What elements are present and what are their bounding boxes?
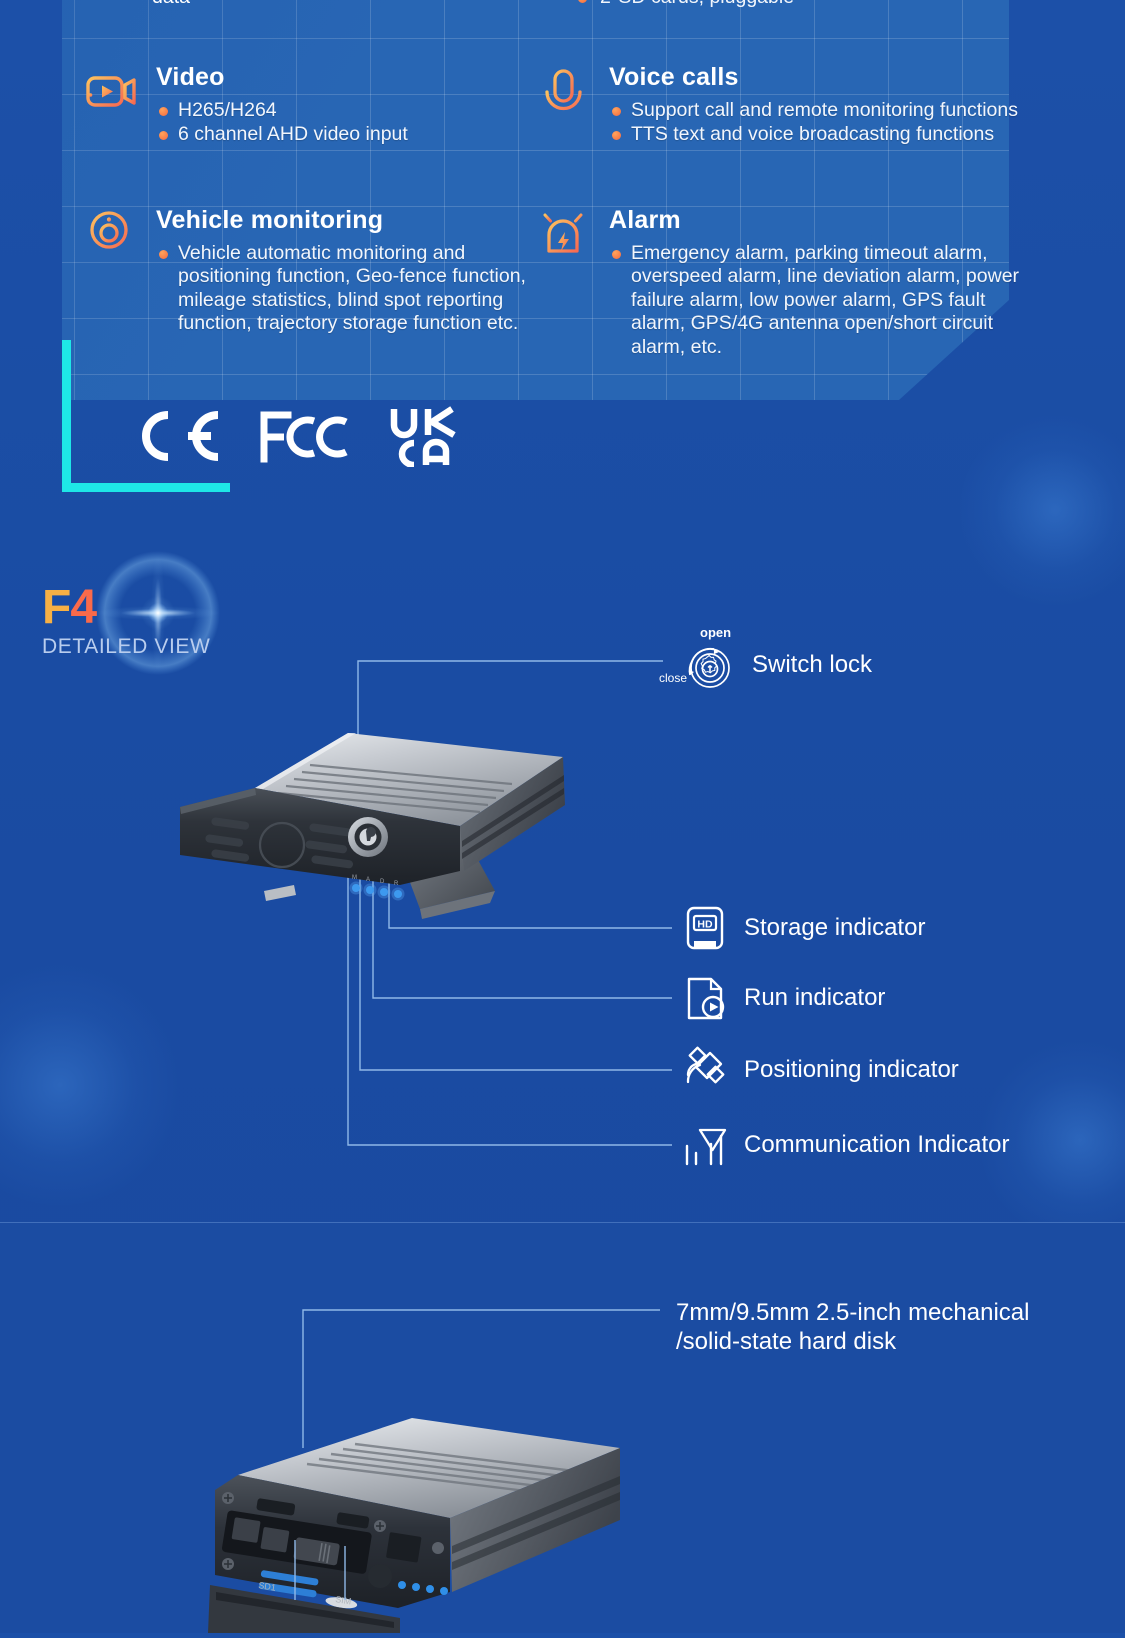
positioning-indicator-label: Positioning indicator — [744, 1056, 959, 1083]
switch-lock-close-label: close — [659, 671, 688, 685]
feature-alarm-title: Alarm — [609, 206, 681, 234]
feature-alarm-bullets: Emergency alarm, parking timeout alarm, … — [609, 242, 1033, 360]
bullet: H265/H264 — [156, 99, 408, 123]
bullet: 6 channel AHD video input — [156, 123, 408, 147]
switch-lock-label: Switch lock — [752, 651, 873, 678]
svg-text:M: M — [352, 875, 357, 881]
rear-callout-stubs — [294, 1540, 346, 1600]
hdd-note: 7mm/9.5mm 2.5-inch mechanical /solid-sta… — [676, 1298, 1046, 1356]
video-camera-icon — [80, 62, 142, 124]
svg-text:D: D — [380, 879, 385, 885]
callout-storage-indicator: HD Storage indicator — [680, 903, 925, 953]
dvr-device-front-image: M A D R — [160, 695, 580, 945]
feature-video-body: Video H265/H264 6 channel AHD video inpu… — [156, 62, 408, 148]
feature-video: Video H265/H264 6 channel AHD video inpu… — [80, 62, 510, 148]
hd-storage-icon: HD — [680, 903, 730, 953]
switch-lock-icon — [672, 635, 738, 695]
specifications-section: data 2*SD cards, pluggable Video H265/H2… — [0, 0, 1125, 525]
feature-alarm-body: Alarm Emergency alarm, parking timeout a… — [609, 205, 1033, 360]
feature-voice-bullets: Support call and remote monitoring funct… — [609, 99, 1018, 147]
bullet: Emergency alarm, parking timeout alarm, … — [609, 242, 1033, 360]
svg-text:HD: HD — [697, 919, 713, 931]
svg-text:A: A — [366, 877, 370, 883]
communication-indicator-label: Communication Indicator — [744, 1131, 1010, 1158]
hdd-note-line2: /solid-state hard disk — [676, 1328, 897, 1355]
bullet: Vehicle automatic monitoring and positio… — [156, 242, 535, 336]
satellite-icon — [680, 1045, 730, 1095]
callout-communication-indicator: Communication Indicator — [680, 1120, 1009, 1170]
feature-vehicle-body: Vehicle monitoring Vehicle automatic mon… — [156, 205, 535, 337]
callout-switch-lock: Switch lock — [672, 635, 872, 695]
alarm-light-icon — [533, 205, 595, 267]
signal-bars-icon — [680, 1120, 730, 1170]
certification-marks — [126, 405, 466, 472]
feature-video-bullets: H265/H264 6 channel AHD video input — [156, 99, 408, 147]
callout-run-indicator: Run indicator — [680, 973, 885, 1023]
feature-video-title: Video — [156, 63, 225, 91]
feature-voice-calls: Voice calls Support call and remote moni… — [533, 62, 1033, 148]
run-play-icon — [680, 973, 730, 1023]
feature-grid: Video H265/H264 6 channel AHD video inpu… — [0, 0, 1125, 400]
feature-vehicle-title: Vehicle monitoring — [156, 206, 384, 234]
microphone-icon — [533, 62, 595, 124]
run-indicator-label: Run indicator — [744, 984, 886, 1011]
bullet: TTS text and voice broadcasting function… — [609, 123, 1018, 147]
storage-indicator-label: Storage indicator — [744, 914, 926, 941]
switch-lock-open-label: open — [700, 625, 732, 640]
svg-text:R: R — [394, 881, 399, 887]
ce-mark-icon — [126, 405, 224, 472]
bullet: Support call and remote monitoring funct… — [609, 99, 1018, 123]
feature-alarm: Alarm Emergency alarm, parking timeout a… — [533, 205, 1033, 360]
detailed-view-section: F4 DETAILED VIEW M A D R Switch lock ope… — [0, 525, 1125, 1225]
feature-vehicle-bullets: Vehicle automatic monitoring and positio… — [156, 242, 535, 336]
hdd-note-line1: 7mm/9.5mm 2.5-inch mechanical — [676, 1299, 1030, 1326]
feature-vehicle-monitoring: Vehicle monitoring Vehicle automatic mon… — [80, 205, 535, 337]
feature-voice-title: Voice calls — [609, 63, 739, 91]
ukca-mark-icon — [388, 405, 466, 472]
fcc-mark-icon — [258, 407, 354, 470]
callout-positioning-indicator: Positioning indicator — [680, 1045, 959, 1095]
feature-voice-body: Voice calls Support call and remote moni… — [609, 62, 1018, 148]
dome-camera-icon — [80, 205, 142, 267]
